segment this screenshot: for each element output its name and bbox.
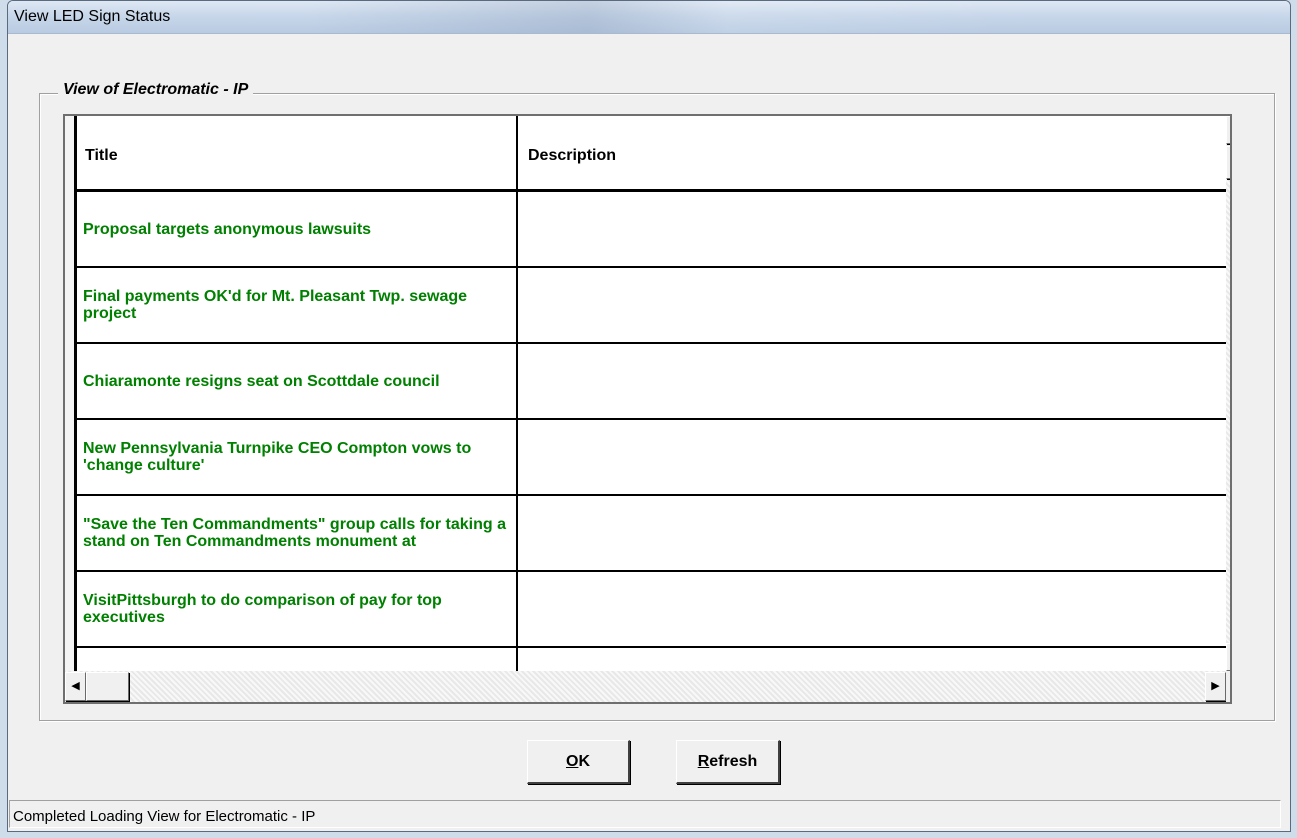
column-header-description[interactable]: Description xyxy=(518,116,1226,192)
scroll-left-button[interactable]: ◀ xyxy=(65,672,86,701)
vertical-scrollbar[interactable]: ▲ ▼ xyxy=(1226,116,1230,671)
window-title: View LED Sign Status xyxy=(14,8,171,25)
refresh-mnemonic: R xyxy=(697,752,710,770)
ok-mnemonic: O xyxy=(565,752,579,770)
description-cell-partial[interactable] xyxy=(518,648,1226,671)
horizontal-scroll-thumb[interactable] xyxy=(86,672,129,701)
table-row[interactable]: Final payments OK'd for Mt. Pleasant Twp… xyxy=(75,268,1226,344)
table-row[interactable]: Chiaramonte resigns seat on Scottdale co… xyxy=(75,344,1226,420)
table-row[interactable]: VisitPittsburgh to do comparison of pay … xyxy=(75,572,1226,648)
title-bar[interactable]: View LED Sign Status xyxy=(8,1,1290,34)
title-cell[interactable]: Final payments OK'd for Mt. Pleasant Twp… xyxy=(75,268,518,342)
arrow-left-icon: ◀ xyxy=(71,680,80,692)
vertical-scroll-thumb[interactable] xyxy=(1226,146,1230,179)
table-row[interactable]: New Pennsylvania Turnpike CEO Compton vo… xyxy=(75,420,1226,496)
table-row[interactable]: Proposal targets anonymous lawsuits xyxy=(75,192,1226,268)
title-cell[interactable]: VisitPittsburgh to do comparison of pay … xyxy=(75,572,518,646)
title-cell-partial[interactable] xyxy=(75,648,518,671)
title-bar-glass xyxy=(308,1,1008,33)
scrollbar-corner xyxy=(1226,671,1230,702)
horizontal-scrollbar[interactable]: ◀ ▶ xyxy=(65,671,1226,702)
title-cell[interactable]: "Save the Ten Commandments" group calls … xyxy=(75,496,518,570)
description-cell[interactable] xyxy=(518,192,1226,266)
scroll-down-button[interactable]: ▼ xyxy=(1226,643,1230,671)
title-cell[interactable]: New Pennsylvania Turnpike CEO Compton vo… xyxy=(75,420,518,494)
sign-items-grid[interactable]: Title Description Proposal targets anony… xyxy=(63,114,1232,704)
refresh-label-rest: efresh xyxy=(709,752,758,770)
ok-label-rest: K xyxy=(578,752,590,770)
status-bar: Completed Loading View for Electromatic … xyxy=(9,800,1281,828)
description-cell[interactable] xyxy=(518,344,1226,418)
description-cell[interactable] xyxy=(518,572,1226,646)
description-cell[interactable] xyxy=(518,420,1226,494)
group-label: View of Electromatic - IP xyxy=(58,81,254,99)
title-cell[interactable]: Proposal targets anonymous lawsuits xyxy=(75,192,518,266)
scroll-up-button[interactable]: ▲ xyxy=(1226,116,1230,144)
table-row[interactable]: "Save the Ten Commandments" group calls … xyxy=(75,496,1226,572)
description-cell[interactable] xyxy=(518,496,1226,570)
refresh-button[interactable]: Refresh xyxy=(676,740,780,784)
title-cell[interactable]: Chiaramonte resigns seat on Scottdale co… xyxy=(75,344,518,418)
description-cell[interactable] xyxy=(518,268,1226,342)
scroll-right-button[interactable]: ▶ xyxy=(1205,672,1226,701)
led-sign-status-window: View LED Sign Status View of Electromati… xyxy=(7,0,1291,832)
ok-button[interactable]: OK xyxy=(527,740,630,784)
column-header-title[interactable]: Title xyxy=(75,116,518,192)
arrow-right-icon: ▶ xyxy=(1211,680,1220,692)
table-row-partial[interactable] xyxy=(75,648,1226,671)
grid-viewport: Title Description Proposal targets anony… xyxy=(65,116,1226,671)
